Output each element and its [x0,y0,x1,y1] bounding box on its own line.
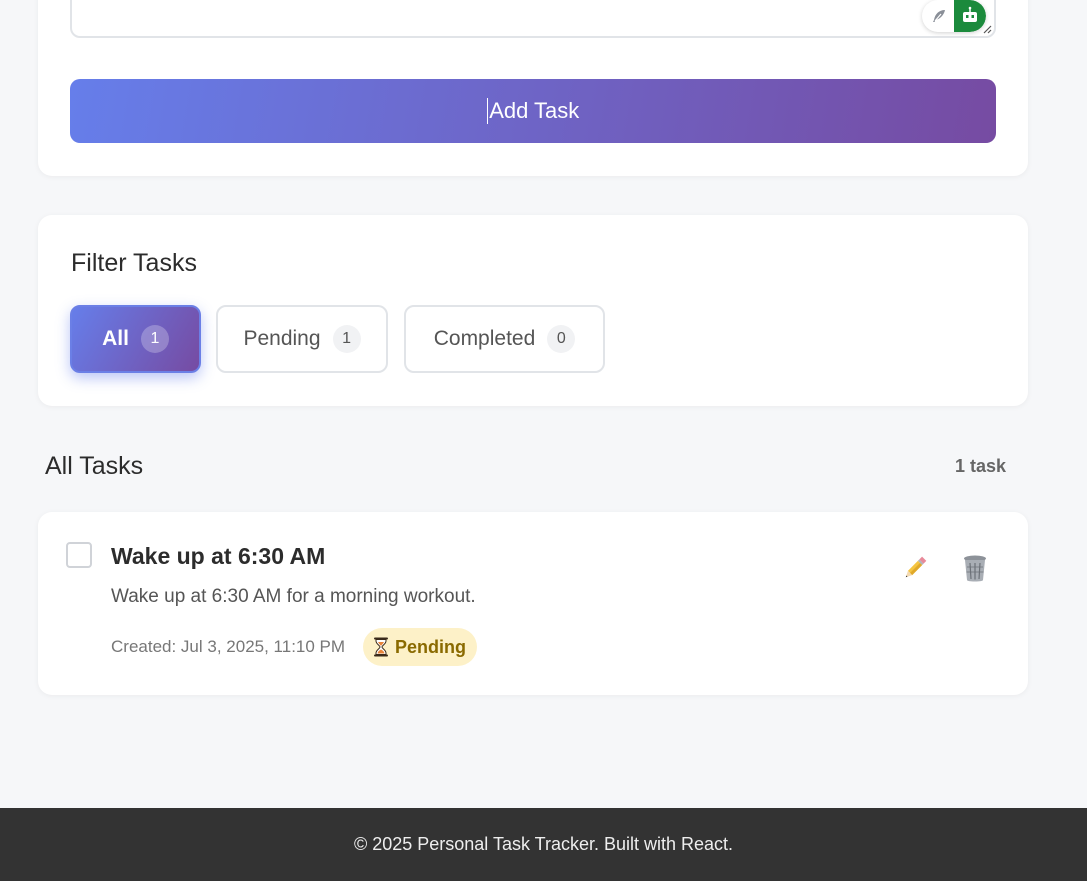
status-label: Pending [395,636,466,657]
filter-card: Filter Tasks All 1 Pending 1 Completed 0 [38,215,1028,406]
status-badge: Pending [363,628,477,666]
add-task-button[interactable]: Add Task [70,79,996,143]
task-title: Wake up at 6:30 AM [111,543,326,569]
add-task-card: Add Task [38,0,1028,176]
task-description-textarea[interactable] [70,0,996,38]
tasks-heading: All Tasks [45,452,144,480]
extension-widget[interactable] [922,0,986,32]
add-task-button-label: Add Task [489,98,580,123]
filter-pending-label: Pending [243,327,321,350]
filter-completed-label: Completed [433,327,536,350]
edit-task-button[interactable] [897,550,933,586]
task-created-date: Created: Jul 3, 2025, 11:10 PM [111,637,346,656]
filter-completed-button[interactable]: Completed 0 [404,305,605,373]
filter-pending-button[interactable]: Pending 1 [216,305,388,373]
filter-all-count: 1 [140,325,169,353]
task-complete-checkbox[interactable] [66,542,92,568]
delete-task-button[interactable] [957,550,993,586]
feather-icon[interactable] [924,0,954,32]
hourglass-icon [374,637,388,657]
filter-pending-count: 1 [332,325,361,353]
trash-icon [964,555,986,582]
filter-all-label: All [102,327,129,350]
footer-text: © 2025 Personal Task Tracker. Built with… [353,834,734,854]
footer: © 2025 Personal Task Tracker. Built with… [0,808,1087,881]
pencil-icon [905,556,927,578]
task-item: Wake up at 6:30 AM Wake up at 6:30 AM fo… [38,512,1028,695]
text-cursor [486,98,489,124]
filter-title: Filter Tasks [71,249,197,277]
resize-grip-icon[interactable] [982,24,992,34]
filter-completed-count: 0 [547,325,576,353]
task-description: Wake up at 6:30 AM for a morning workout… [111,586,476,607]
tasks-count: 1 task [954,456,1006,476]
filter-all-button[interactable]: All 1 [70,305,201,373]
